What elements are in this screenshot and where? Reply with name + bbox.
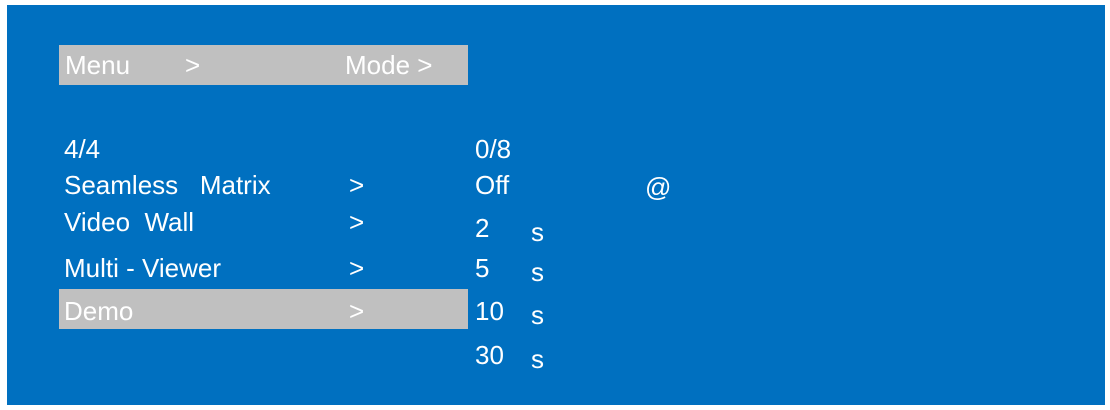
left-page-counter: 4/4 — [64, 134, 101, 164]
option-unit: s — [531, 344, 544, 374]
menu-item-label: Seamless Matrix — [64, 170, 271, 200]
submenu-arrow-icon: > — [349, 296, 365, 326]
option-value: 30 — [475, 340, 504, 370]
menu-item-label: Video Wall — [64, 207, 195, 237]
breadcrumb-separator: > — [185, 50, 201, 80]
option-unit: s — [531, 257, 544, 287]
option-value: 10 — [475, 296, 504, 326]
option-unit: s — [531, 217, 544, 247]
osd-screen: Menu > Mode > 4/4 Seamless Matrix > Vide… — [7, 5, 1105, 405]
right-page-counter: 0/8 — [475, 134, 512, 164]
current-marker-icon: @ — [645, 172, 672, 202]
option-value: Off — [475, 170, 510, 200]
breadcrumb-menu[interactable]: Menu — [65, 47, 130, 83]
menu-item-label: Multi - Viewer — [64, 253, 222, 283]
submenu-arrow-icon: > — [349, 253, 365, 283]
submenu-arrow-icon: > — [349, 170, 365, 200]
menu-item-label: Demo — [64, 296, 134, 326]
submenu-arrow-icon: > — [349, 207, 365, 237]
option-value: 2 — [475, 213, 490, 243]
breadcrumb-mode[interactable]: Mode > — [345, 47, 432, 83]
option-unit: s — [531, 300, 544, 330]
option-value: 5 — [475, 253, 490, 283]
